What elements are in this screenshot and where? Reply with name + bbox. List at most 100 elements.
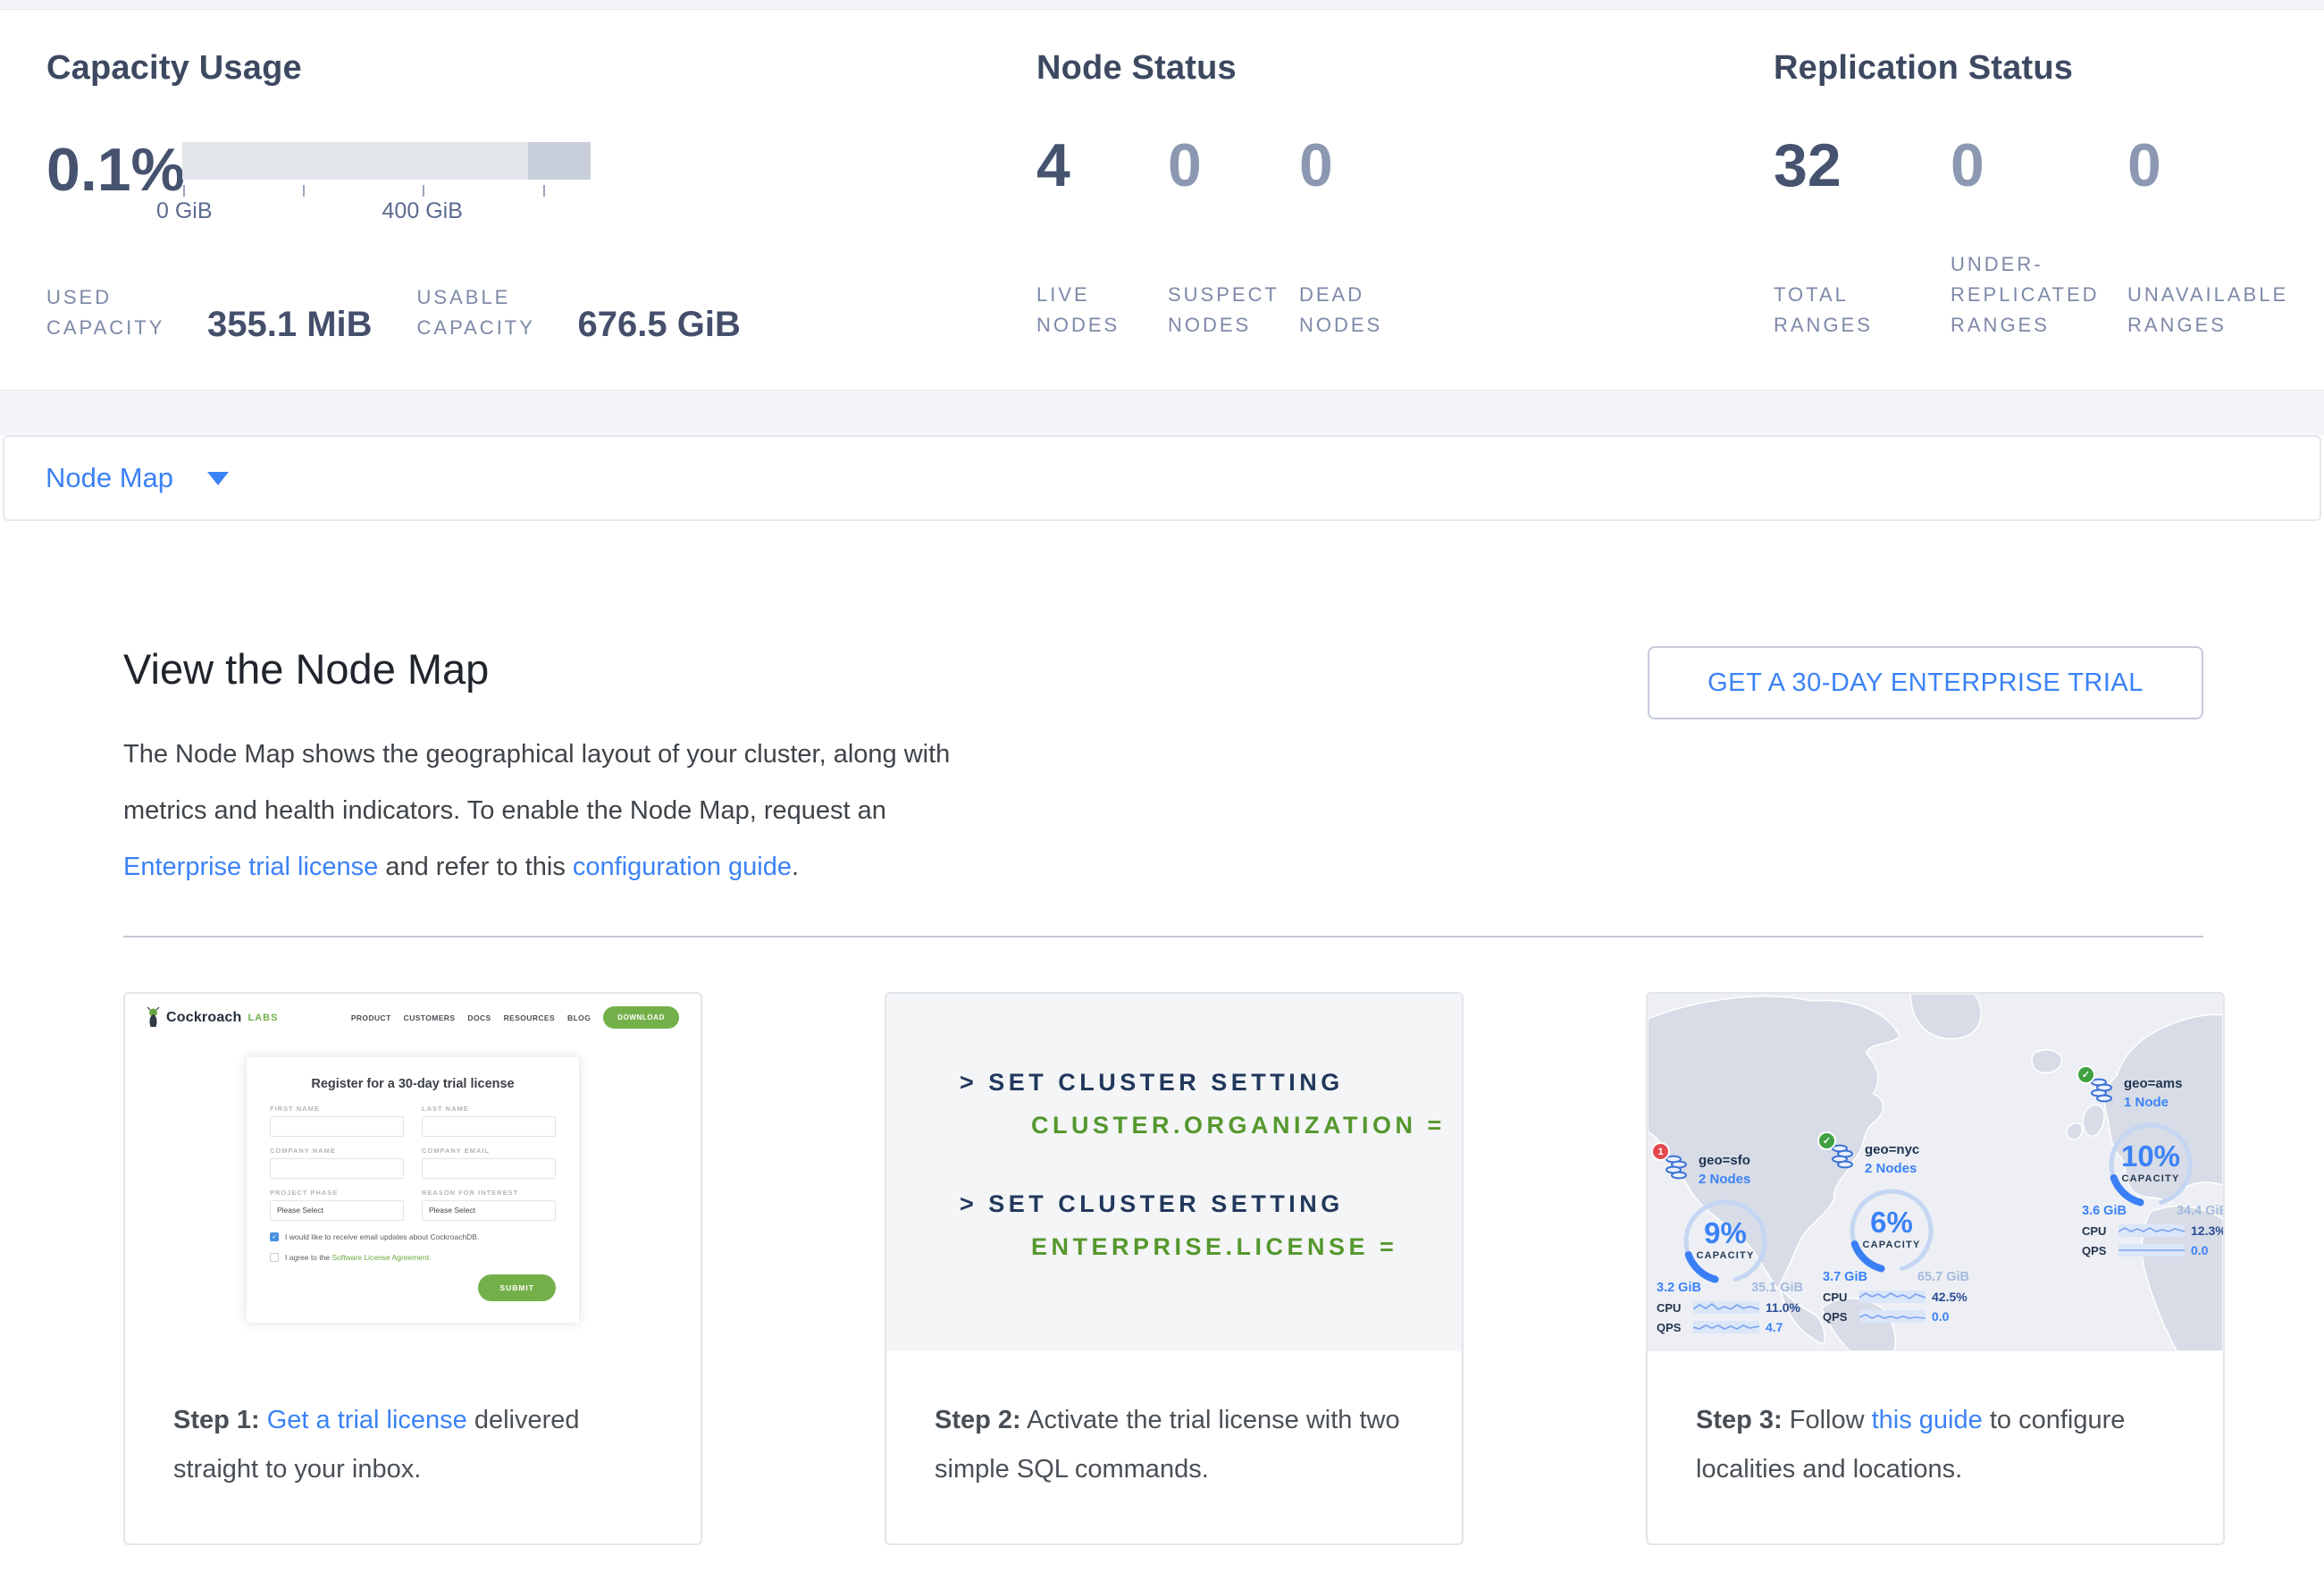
form-heading: Register for a 30-day trial license [270,1077,556,1091]
replication-status-title: Replication Status [1774,47,2324,88]
step2-caption: Step 2: Activate the trial license with … [886,1351,1462,1494]
nodemap-selector-label[interactable]: Node Map [46,462,173,494]
capacity-usage-title: Capacity Usage [46,47,1036,88]
qps-value: 4.7 [1766,1320,1783,1334]
dead-nodes-value: 0 [1299,135,1430,196]
page-title: View the Node Map [123,646,1008,693]
intro-text-3: . [792,853,799,881]
cpu-value: 11.0% [1766,1300,1800,1315]
last-name-field [422,1116,556,1137]
used-capacity-value: 355.1 MiB [207,306,373,343]
step3-caption: Step 3: Follow this guide to configure l… [1648,1351,2223,1494]
node-count: 2 Nodes [1699,1172,1750,1188]
step3-card: 1 geo=sfo 2 Nodes [1646,992,2225,1545]
intro-text-2: and refer to this [378,853,573,881]
capacity-tick-0: 0 GiB [156,198,213,224]
first-name-label: FIRST NAME [270,1105,404,1113]
unavailable-ranges-label: UNAVAILABLE RANGES [2127,280,2304,340]
qps-value: 0.0 [1932,1309,1949,1324]
step1-card: Cockroach LABS PRODUCT CUSTOMERS DOCS RE… [123,992,702,1545]
nav-resources: RESOURCES [504,1013,555,1022]
company-email-field [422,1158,556,1179]
nodemap-placeholder-content: View the Node Map The Node Map shows the… [0,521,2324,1545]
get-trial-license-link[interactable]: Get a trial license [267,1406,467,1434]
database-stack-icon [2089,1078,2116,1103]
unavailable-ranges-value: 0 [2127,135,2304,196]
nodemap-view-selector[interactable]: Node Map [3,435,2321,521]
node-status-title: Node Status [1036,47,1774,88]
mini-site-nav: PRODUCT CUSTOMERS DOCS RESOURCES BLOG DO… [351,1006,679,1029]
live-nodes-label: LIVE NODES [1036,280,1168,340]
dead-nodes-label: DEAD NODES [1299,280,1430,340]
ok-badge: ✓ [1817,1131,1836,1150]
get-enterprise-trial-button[interactable]: GET A 30-DAY ENTERPRISE TRIAL [1648,646,2203,719]
usable-capacity-value: 676.5 GiB [578,306,741,343]
node-status-section: Node Status 4 0 0 LIVE NODES SUSPECT NOD… [1036,47,1774,390]
section-divider [123,936,2203,937]
capacity-gauge: 9% CAPACITY [1671,1191,1780,1281]
cpu-value: 12.3% [2191,1223,2223,1238]
download-pill: DOWNLOAD [603,1006,679,1029]
under-replicated-ranges-value: 0 [1951,135,2127,196]
map-node-ams: ✓ geo=ams 1 Node [2082,1076,2223,1257]
total-ranges-value: 32 [1774,135,1951,196]
sql-line-1: > SET CLUSTER SETTING [960,1069,1462,1097]
email-updates-checkbox: ✓ [270,1232,279,1241]
project-phase-label: PROJECT PHASE [270,1189,404,1197]
this-guide-link[interactable]: this guide [1872,1406,1983,1434]
qps-label: QPS [1823,1310,1853,1324]
sql-line-4: ENTERPRISE.LICENSE = [1031,1233,1462,1261]
capacity-bar-segment [528,142,591,180]
replication-status-section: Replication Status 32 0 0 TOTAL RANGES U… [1774,47,2324,390]
locality-name: geo=sfo [1699,1153,1750,1169]
qps-sparkline [2118,1244,2185,1257]
total-ranges-label: TOTAL RANGES [1774,280,1951,340]
capacity-axis-ticks [182,182,591,198]
page-top-gap [0,0,2324,9]
capacity-percent: 10% [2096,1139,2205,1173]
logo-suffix: LABS [248,1013,279,1023]
nav-product: PRODUCT [351,1013,391,1022]
trial-register-form: Register for a 30-day trial license FIRS… [247,1057,579,1323]
sql-line-2: CLUSTER.ORGANIZATION = [1031,1112,1462,1139]
reason-select: Please Select [422,1200,556,1221]
used-capacity-label: USED CAPACITY [46,282,207,343]
capacity-bar: 0 GiB 400 GiB [182,142,591,225]
cpu-value: 42.5% [1932,1290,1967,1304]
sql-commands-thumbnail: > SET CLUSTER SETTING CLUSTER.ORGANIZATI… [886,994,1462,1351]
capacity-bar-track [182,142,591,180]
map-node-nyc: ✓ geo=nyc 2 Nodes [1823,1142,1984,1324]
intro-paragraph: The Node Map shows the geographical layo… [123,727,1008,895]
nav-blog: BLOG [567,1013,591,1022]
step2-card: > SET CLUSTER SETTING CLUSTER.ORGANIZATI… [885,992,1464,1545]
nodemap-thumbnail: 1 geo=sfo 2 Nodes [1648,994,2223,1351]
suspect-nodes-label: SUSPECT NODES [1168,280,1299,340]
capacity-label: CAPACITY [1837,1240,1946,1250]
enterprise-trial-license-link[interactable]: Enterprise trial license [123,853,378,881]
node-count: 2 Nodes [1865,1161,1919,1177]
step1-caption: Step 1: Get a trial license delivered st… [125,1351,701,1494]
nav-docs: DOCS [467,1013,491,1022]
configuration-guide-link[interactable]: configuration guide [573,853,792,881]
capacity-gauge: 10% CAPACITY [2096,1114,2205,1204]
capacity-percent: 9% [1671,1216,1780,1250]
first-name-field [270,1116,404,1137]
reason-label: REASON FOR INTEREST [422,1189,556,1197]
company-name-label: COMPANY NAME [270,1147,404,1155]
locality-name: geo=nyc [1865,1142,1919,1158]
submit-pill: SUBMIT [478,1274,556,1301]
chevron-down-icon [207,472,229,485]
qps-sparkline [1859,1310,1925,1323]
company-email-label: COMPANY EMAIL [422,1147,556,1155]
database-stack-icon [1664,1155,1691,1180]
intro-text-1: The Node Map shows the geographical layo… [123,740,950,825]
map-node-sfo: 1 geo=sfo 2 Nodes [1657,1153,1817,1334]
logo-word: Cockroach [166,1010,242,1026]
node-count: 1 Node [2124,1095,2182,1111]
license-agree-label: I agree to the Software License Agreemen… [285,1253,432,1262]
live-nodes-value: 4 [1036,135,1168,196]
qps-value: 0.0 [2191,1243,2208,1257]
capacity-label: CAPACITY [2096,1173,2205,1184]
cpu-label: CPU [2082,1224,2112,1238]
cockroach-icon [145,1006,162,1029]
